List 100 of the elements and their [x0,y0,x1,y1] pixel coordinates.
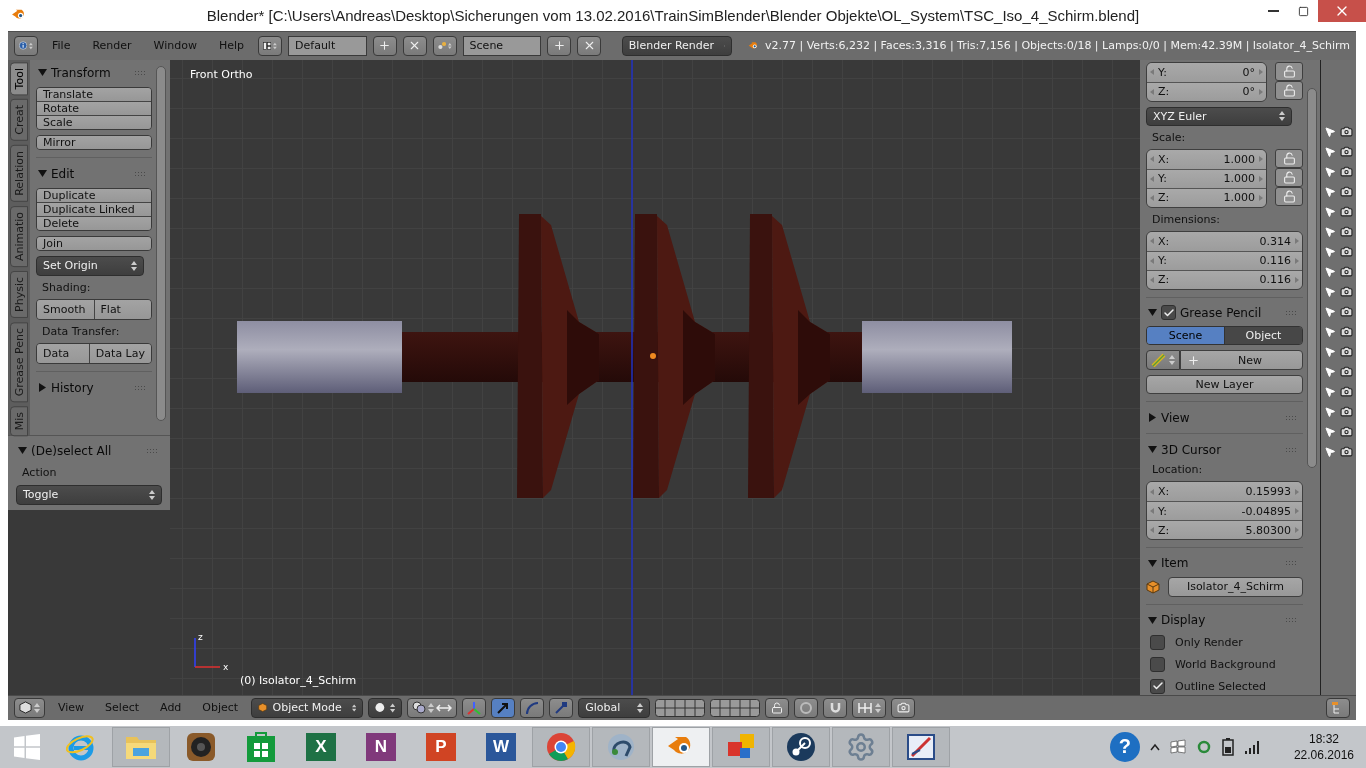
cursor-arrow-icon[interactable] [1324,125,1336,138]
object-name-field[interactable]: Isolator_4_Schirm [1168,576,1303,597]
pencil-selector-button[interactable] [1146,350,1180,371]
panel-header[interactable]: History [36,378,152,397]
set-origin-dropdown[interactable]: Set Origin [36,255,144,276]
panel-header[interactable]: (De)select All [16,441,164,460]
camera-icon[interactable] [1340,385,1353,399]
checkbox[interactable] [1161,305,1176,321]
delete-button[interactable] [577,35,602,56]
cursor-arrow-icon[interactable] [1324,285,1336,298]
lock-button[interactable] [1275,80,1303,100]
camera-icon[interactable] [1340,445,1353,459]
cursor-arrow-icon[interactable] [1324,245,1336,258]
pivot-button[interactable] [407,697,458,718]
panel-header[interactable]: Display [1146,611,1303,629]
scrollbar[interactable] [156,65,166,421]
panel-header[interactable]: Grease Pencil [1146,304,1303,322]
lock-button[interactable] [1275,148,1303,168]
delete-button[interactable] [402,35,427,56]
shading-dropdown[interactable] [368,697,403,718]
menu-item[interactable]: Add [152,701,190,715]
snap-element-button[interactable] [852,697,887,718]
taskbar-app-button[interactable]: P [412,726,470,767]
menu-item[interactable]: Help [210,39,253,53]
camera-icon[interactable] [1340,365,1353,379]
panel-header[interactable]: Transform [36,63,152,82]
panel-header[interactable]: View [1146,409,1303,427]
camera-icon[interactable] [1340,125,1353,139]
number-field[interactable]: X: 1.000 [1147,149,1266,169]
cursor-arrow-icon[interactable] [1324,205,1336,218]
help-icon[interactable]: ? [1109,731,1140,762]
camera-icon[interactable] [1340,165,1353,179]
cursor-arrow-icon[interactable] [1324,165,1336,178]
scene-field[interactable]: Scene [462,35,542,56]
manipulator-toggle-button[interactable] [491,697,516,718]
mode-dropdown[interactable]: Object Mode [251,697,364,718]
new-button[interactable]: New [1180,350,1303,371]
add-button[interactable] [547,35,572,56]
tool-button[interactable]: Join [37,236,151,250]
cursor-arrow-icon[interactable] [1324,405,1336,418]
screen-layout-button[interactable] [258,35,283,56]
camera-icon[interactable] [1340,205,1353,219]
add-button[interactable] [372,35,397,56]
editor-type-button[interactable] [14,697,45,718]
tool-button[interactable]: Smooth [37,299,94,319]
chevron-up-icon[interactable] [1149,742,1160,751]
lock-button[interactable] [1275,61,1303,81]
close-button[interactable] [1318,0,1366,23]
cursor-arrow-icon[interactable] [1324,385,1336,398]
lock-button[interactable] [1275,186,1303,206]
tool-button[interactable]: Translate [37,87,151,101]
menu-item[interactable]: Select [97,701,148,715]
snap-button[interactable] [823,697,848,718]
3d-viewport[interactable]: Front Ortho z x (0) Isolator_4_Schirm [170,59,1140,695]
cursor-arrow-icon[interactable] [1324,145,1336,158]
manipulator-toggle-button[interactable] [520,697,545,718]
camera-icon[interactable] [1340,405,1353,419]
tool-button[interactable]: Data Lay [88,343,151,363]
cursor-arrow-icon[interactable] [1324,265,1336,278]
action-dropdown[interactable]: Toggle [16,484,162,505]
checkbox[interactable] [1150,678,1165,694]
checkbox[interactable] [1150,634,1165,650]
manipulator-toggle-button[interactable] [462,697,487,718]
cursor-arrow-icon[interactable] [1324,325,1336,338]
number-field[interactable]: Z: 5.80300 [1147,520,1302,540]
flag-icon[interactable] [1169,738,1186,755]
cursor-arrow-icon[interactable] [1324,225,1336,238]
menu-item[interactable]: View [50,701,93,715]
editor-type-button[interactable] [1326,697,1350,718]
menu-item[interactable]: Render [84,39,140,53]
taskbar-app-button[interactable]: N [352,726,410,767]
cursor-arrow-icon[interactable] [1324,345,1336,358]
data-source-tab[interactable]: Object [1224,327,1302,345]
camera-icon[interactable] [1340,225,1353,239]
signal-bars-icon[interactable] [1243,738,1260,755]
cursor-arrow-icon[interactable] [1324,425,1336,438]
menu-item[interactable]: Window [145,39,205,53]
sync-icon[interactable] [1195,738,1212,755]
cursor-arrow-icon[interactable] [1324,185,1336,198]
lock-layers-button[interactable] [765,697,790,718]
battery-icon[interactable] [1221,737,1234,756]
taskbar-app-button[interactable] [892,726,950,767]
rotation-mode-dropdown[interactable]: XYZ Euler [1146,106,1292,126]
camera-icon[interactable] [1340,305,1353,319]
camera-icon[interactable] [1340,325,1353,339]
tool-button[interactable]: Duplicate [37,188,151,202]
cursor-arrow-icon[interactable] [1324,445,1336,458]
camera-icon[interactable] [1340,145,1353,159]
scene-button[interactable] [432,35,457,56]
render-engine-dropdown[interactable]: Blender Render [621,35,732,56]
menu-item[interactable]: File [44,39,79,53]
cursor-arrow-icon[interactable] [1324,365,1336,378]
proportional-edit-button[interactable] [794,697,819,718]
orientation-dropdown[interactable]: Global [578,697,651,718]
tool-button[interactable]: Data [37,343,89,363]
camera-icon[interactable] [1340,245,1353,259]
tool-shelf-tab[interactable]: Tool [10,61,28,95]
screen-layout-field[interactable]: Default [288,35,367,56]
new-layer-button[interactable]: New Layer [1146,375,1303,395]
manipulator-toggle-button[interactable] [549,697,574,718]
